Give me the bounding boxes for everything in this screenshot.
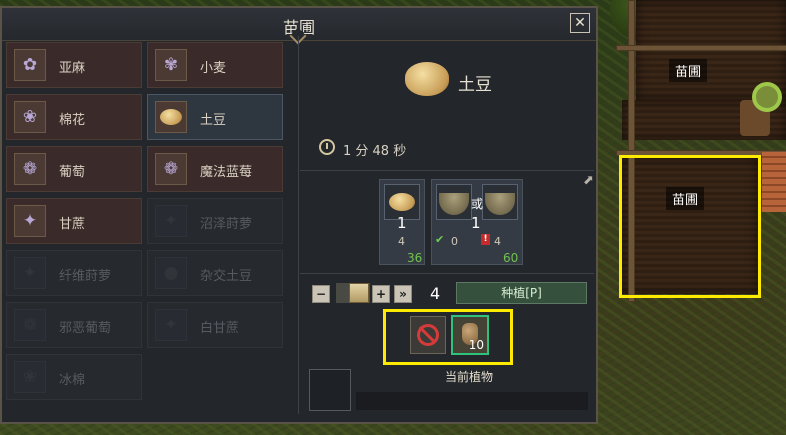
divider <box>298 36 299 414</box>
resource-have: 0 <box>451 235 458 248</box>
fiber-dill-icon: ✦ <box>14 257 46 289</box>
crop-label: 杂交土豆 <box>200 269 253 284</box>
crop-label: 沼泽莳萝 <box>200 217 253 232</box>
crop-label: 纤维莳萝 <box>59 269 112 284</box>
increase-button[interactable]: + <box>372 285 390 303</box>
crop-tile: ❁ 邪恶葡萄 <box>6 302 142 348</box>
crop-label: 土豆 <box>200 113 227 128</box>
selected-crop-name: 土豆 <box>458 75 492 95</box>
grow-time: 1 分 48 秒 <box>343 144 407 159</box>
crate <box>762 152 786 212</box>
crop-tile: ● 杂交土豆 <box>147 250 283 296</box>
evil-grape-icon: ❁ <box>14 309 46 341</box>
crop-tile[interactable]: ❁ 葡萄 <box>6 146 142 192</box>
crop-tile[interactable]: ❀ 棉花 <box>6 94 142 140</box>
crop-tile[interactable]: ✿ 亚麻 <box>6 42 142 88</box>
grape-icon: ❁ <box>14 153 46 185</box>
current-plant-slot[interactable] <box>309 369 351 411</box>
resource-slot <box>482 184 518 220</box>
bowl-icon <box>485 193 515 215</box>
potato-seed-icon <box>389 193 415 211</box>
crop-tile: ✦ 沼泽莳萝 <box>147 198 283 244</box>
hybrid-potato-icon: ● <box>155 257 187 289</box>
crop-tile[interactable]: 土豆 <box>147 94 283 140</box>
bowl-icon <box>439 193 469 215</box>
decrease-button[interactable]: − <box>312 285 330 303</box>
crop-tile: ❀ 冰棉 <box>6 354 142 400</box>
close-button[interactable]: ✕ <box>570 13 590 33</box>
crop-label: 魔法蓝莓 <box>200 165 253 180</box>
resource-have: 4 <box>398 235 405 248</box>
potato-icon <box>155 101 187 133</box>
divider <box>300 273 594 274</box>
crop-label: 葡萄 <box>59 165 86 180</box>
magic-blueberry-icon: ❁ <box>155 153 187 185</box>
fertilizer-highlight <box>383 309 513 365</box>
or-label: 或 <box>471 197 484 211</box>
potato-icon <box>405 62 449 96</box>
alert-icon: ! <box>481 234 490 245</box>
expand-arrow-icon[interactable]: ⬈ <box>583 173 594 188</box>
plant-count: 4 <box>430 284 441 303</box>
sugarcane-icon: ✦ <box>14 205 46 237</box>
resource-need: 60 <box>503 251 519 265</box>
character-head[interactable] <box>756 86 778 108</box>
crop-list: ✿ 亚麻 ✾ 小麦 ❀ 棉花 土豆 ❁ 葡萄 ❁ 魔法蓝莓 ✦ 甘蔗 ✦ 沼泽莳萝 ✦ 纤维莳萝 ● 杂交土豆 ❁ 邪恶… <box>6 42 294 410</box>
resource-qty: 1 <box>397 214 407 232</box>
crop-label: 冰棉 <box>59 373 86 388</box>
resource-qty: 1 <box>471 214 481 232</box>
divider <box>300 170 594 171</box>
check-icon: ✔ <box>435 233 445 246</box>
crop-label: 白甘蔗 <box>200 321 240 336</box>
resource-slot <box>436 184 472 220</box>
crop-label: 棉花 <box>59 113 86 128</box>
crop-label: 亚麻 <box>59 61 86 76</box>
fence-rail <box>616 45 786 51</box>
quantity-slider-knob[interactable] <box>349 283 369 303</box>
cotton-icon: ❀ <box>14 101 46 133</box>
ice-cotton-icon: ❀ <box>14 361 46 393</box>
stopwatch-icon <box>319 139 335 155</box>
crop-tile[interactable]: ❁ 魔法蓝莓 <box>147 146 283 192</box>
crop-label: 甘蔗 <box>59 217 86 232</box>
resource-have: 4 <box>494 235 501 248</box>
field-label: 苗圃 <box>669 59 708 82</box>
current-plant-label: 当前植物 <box>445 370 494 384</box>
wheat-icon: ✾ <box>155 49 187 81</box>
plant-button[interactable]: 种植[P] <box>456 282 587 304</box>
current-plant-name-bar <box>356 392 588 410</box>
max-button[interactable]: » <box>394 285 412 303</box>
crop-tile[interactable]: ✾ 小麦 <box>147 42 283 88</box>
crop-tile[interactable]: ✦ 甘蔗 <box>6 198 142 244</box>
white-sugarcane-icon: ✦ <box>155 309 187 341</box>
selected-field-highlight <box>619 155 761 298</box>
resource-need: 36 <box>407 251 423 265</box>
crop-label: 小麦 <box>200 61 227 76</box>
flax-icon: ✿ <box>14 49 46 81</box>
crop-tile: ✦ 白甘蔗 <box>147 302 283 348</box>
swamp-dill-icon: ✦ <box>155 205 187 237</box>
crop-tile: ✦ 纤维莳萝 <box>6 250 142 296</box>
crop-label: 邪恶葡萄 <box>59 321 112 336</box>
